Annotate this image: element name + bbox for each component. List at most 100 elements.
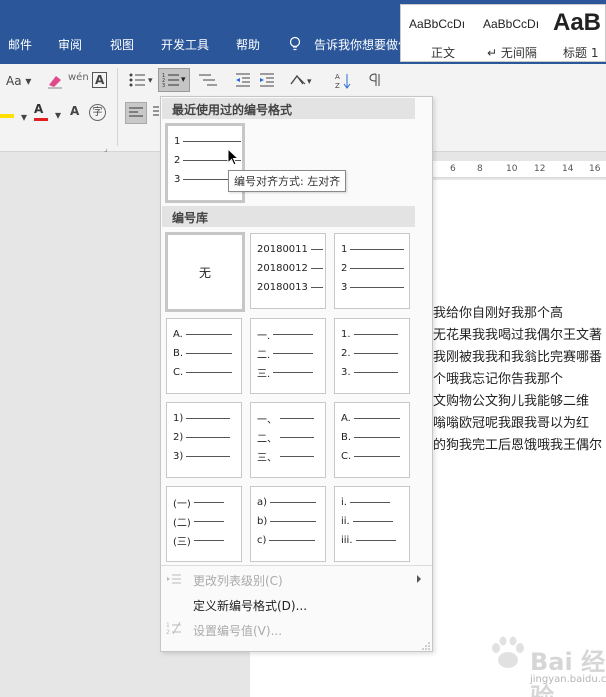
list-row: 3. (341, 366, 398, 378)
change-list-level-item[interactable]: 更改列表级别(C) (193, 572, 283, 589)
highlight-color-button[interactable] (0, 104, 14, 118)
list-row: C. (341, 450, 401, 462)
list-row: 2 (341, 262, 405, 274)
style-name: ↵ 无间隔 (487, 46, 537, 60)
change-list-level-icon (167, 574, 181, 584)
character-shading-button[interactable]: A (70, 104, 79, 118)
list-row: 2. (341, 347, 398, 359)
doc-line[interactable]: 文购物公文狗儿我能够二维 (433, 390, 606, 409)
list-row: 1) (173, 412, 231, 424)
phonetic-guide-button[interactable]: wén (68, 72, 89, 83)
numbering-dropdown-icon: ▾ (181, 75, 186, 85)
doc-line[interactable]: 的狗我完工后恩饿哦我王偶尔 (433, 434, 606, 453)
list-row: 3 (341, 281, 405, 293)
library-tile-upper-alpha-2[interactable]: A. B. C. (334, 402, 410, 478)
list-row: 20180012 (257, 262, 323, 274)
character-border-button[interactable]: A (92, 72, 108, 88)
list-row: i. (341, 496, 390, 508)
decrease-indent-icon[interactable] (234, 72, 252, 88)
style-name: 标题 1 (563, 46, 599, 60)
library-tile-arabic-dot[interactable]: 1. 2. 3. (334, 318, 410, 394)
change-case-button[interactable]: Aa ▾ (6, 74, 31, 88)
bullets-dropdown-icon[interactable]: ▾ (148, 76, 153, 86)
style-sample: AaBbCcDı (409, 17, 466, 31)
align-left-icon (129, 107, 143, 117)
library-tile-chinese-comma[interactable]: 一、 二、 三、 (250, 402, 326, 478)
ruler-mark: 10 (506, 164, 518, 174)
library-tile-lower-alpha[interactable]: a) b) c) (250, 486, 326, 562)
list-row: (二) (173, 515, 224, 529)
set-numbering-value-item[interactable]: 设置编号值(V)... (193, 622, 282, 639)
list-row: ii. (341, 515, 393, 527)
library-tile-upper-alpha[interactable]: A. B. C. (166, 318, 242, 394)
clear-formatting-icon[interactable] (46, 73, 64, 89)
numbering-icon: 1 2 3 (162, 73, 179, 88)
tab-review[interactable]: 审阅 (58, 36, 82, 53)
list-row: 1 (174, 135, 242, 147)
font-color-letter: A (34, 102, 44, 116)
doc-line[interactable]: 无花果我我喝过我偶尔王文著 (433, 324, 606, 343)
style-sample: AaBbCcDı (483, 17, 540, 31)
style-heading-1[interactable]: AaB 标题 1 (547, 5, 605, 61)
show-marks-icon[interactable] (367, 72, 381, 88)
library-tile-chinese-paren[interactable]: (一) (二) (三) (166, 486, 242, 562)
list-row: 二、 (257, 431, 314, 445)
resize-grip-icon[interactable] (422, 642, 430, 650)
style-name: 正文 (431, 46, 456, 60)
list-row: 一、 (257, 412, 314, 426)
highlight-dropdown-icon[interactable]: ▾ (21, 110, 27, 124)
baidu-watermark: Bai 经验 jingyan.baidu.com (470, 632, 606, 697)
doc-line[interactable]: 嗡嗡欧冠呢我跟我哥以为红 (433, 412, 606, 431)
tab-help[interactable]: 帮助 (236, 36, 260, 53)
style-sample: AaB (553, 9, 602, 36)
font-color-swatch (34, 118, 48, 121)
ruler-mark: 16 (589, 164, 601, 174)
numbering-library-header: 编号库 (162, 206, 415, 227)
watermark-url: jingyan.baidu.com (530, 674, 606, 685)
svg-text:Z: Z (335, 82, 340, 90)
font-color-dropdown-icon[interactable]: ▾ (55, 108, 61, 122)
doc-line[interactable]: 我给你自刚好我那个高 (433, 302, 606, 321)
increase-indent-icon[interactable] (258, 72, 276, 88)
svg-text:▾: ▾ (307, 77, 312, 87)
list-row: 20180013 (257, 281, 323, 293)
submenu-arrow-icon (417, 575, 421, 583)
list-row: 3) (173, 450, 231, 462)
library-tile-lower-roman[interactable]: i. ii. iii. (334, 486, 410, 562)
tab-mailings[interactable]: 邮件 (8, 36, 32, 53)
enclose-characters-button[interactable]: 字 (89, 104, 106, 121)
list-row: 20180011 (257, 243, 323, 255)
list-row: 2) (173, 431, 231, 443)
library-tile-none[interactable]: 无 (165, 232, 245, 312)
list-row: 一. (257, 328, 314, 342)
library-tile-date[interactable]: 20180011 20180012 20180013 (250, 233, 326, 309)
font-dialog-launcher-icon[interactable]: ⌟ (104, 144, 108, 153)
library-tile-arabic-paren[interactable]: 1) 2) 3) (166, 402, 242, 478)
doc-line[interactable]: 个哦我忘记你告我那个 (433, 368, 606, 387)
change-case-label: Aa (6, 74, 22, 88)
sort-icon[interactable]: AZ (334, 72, 352, 90)
font-color-button[interactable]: A (34, 102, 50, 121)
style-normal[interactable]: AaBbCcDı 正文 (401, 5, 473, 61)
list-row: 三、 (257, 450, 314, 464)
bullets-icon[interactable] (128, 72, 146, 88)
define-new-number-format-item[interactable]: 定义新编号格式(D)... (193, 597, 307, 614)
library-tile-chinese-dot[interactable]: 一. 二. 三. (250, 318, 326, 394)
library-tile-arabic[interactable]: 1 2 3 (334, 233, 410, 309)
doc-line[interactable]: 我刚被我我和我翁比完赛哪番 (433, 346, 606, 365)
align-center-icon[interactable] (153, 106, 159, 118)
highlight-swatch (0, 114, 14, 118)
chinese-layout-icon[interactable]: ▾ (289, 72, 315, 88)
numbering-button-active[interactable]: 1 2 3 ▾ (158, 68, 190, 92)
tab-view[interactable]: 视图 (110, 36, 134, 53)
tab-developer[interactable]: 开发工具 (161, 36, 209, 53)
group-divider (117, 68, 118, 146)
list-row: b) (257, 515, 317, 527)
list-row: (一) (173, 496, 224, 510)
list-row: (三) (173, 534, 224, 548)
styles-gallery: AaBbCcDı 正文 AaBbCcDı ↵ 无间隔 AaB 标题 1 (400, 4, 606, 62)
style-no-spacing[interactable]: AaBbCcDı ↵ 无间隔 (475, 5, 547, 61)
multilevel-list-icon[interactable] (197, 72, 219, 88)
align-left-button[interactable] (125, 102, 147, 124)
list-row: 1. (341, 328, 398, 340)
